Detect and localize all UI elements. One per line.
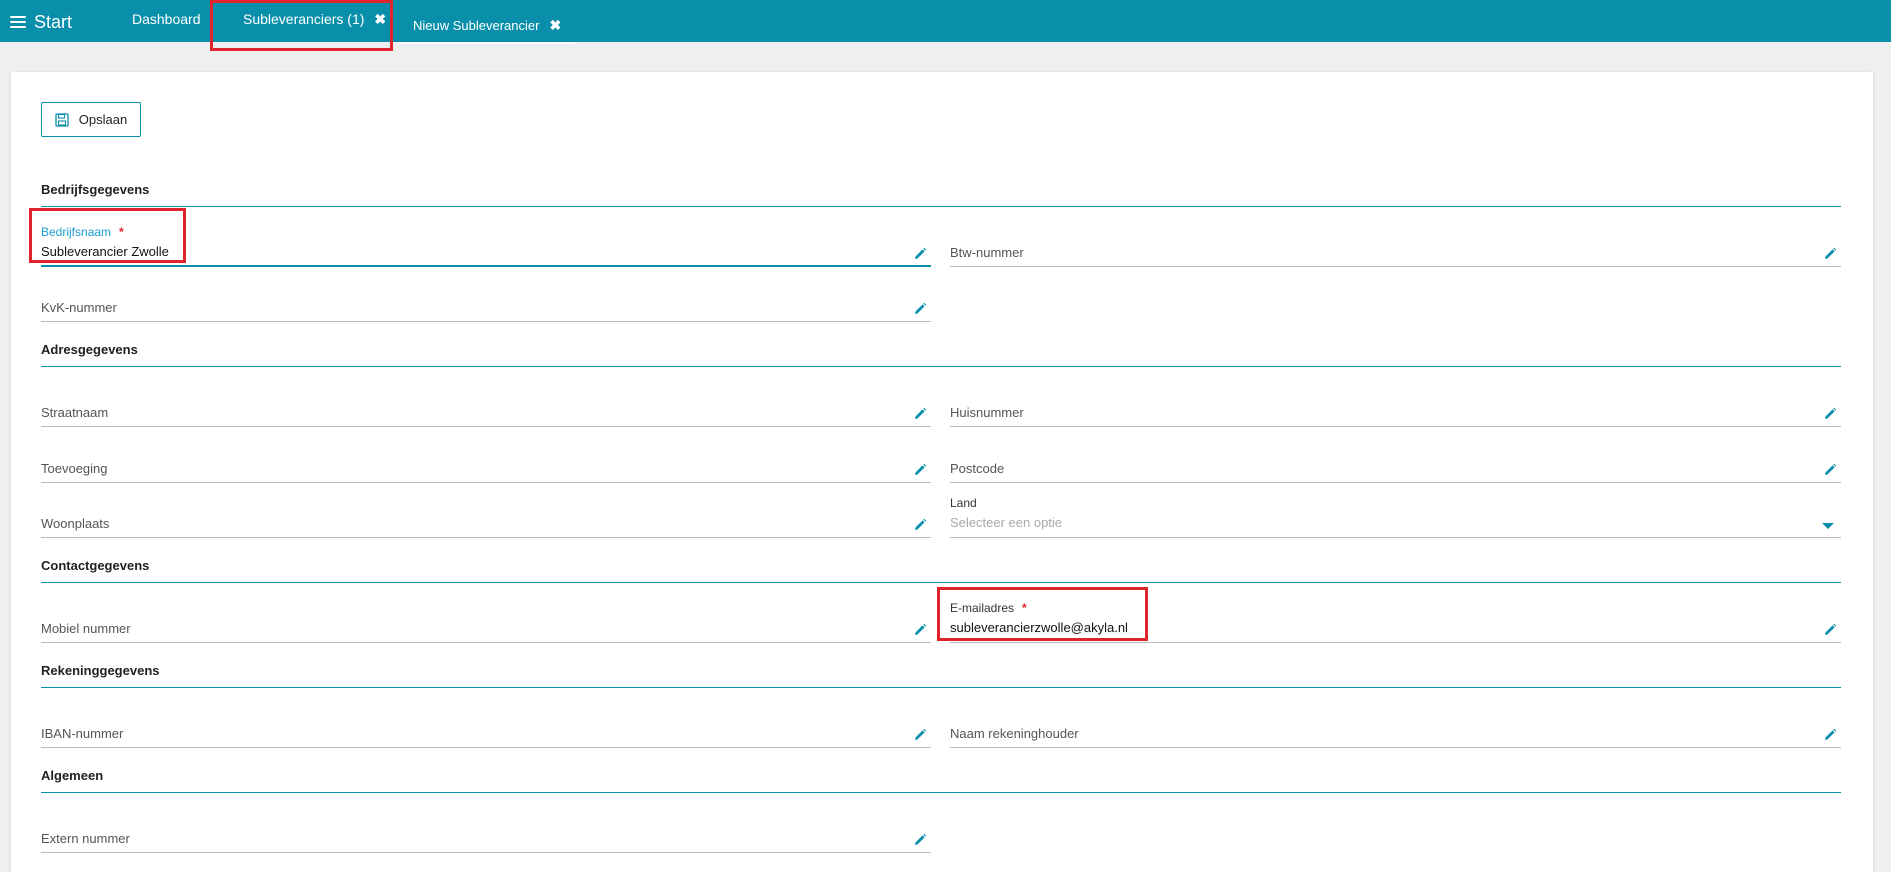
land-placeholder: Selecteer een optie xyxy=(950,515,1063,530)
kvk-nummer-field[interactable]: KvK-nummer xyxy=(41,272,931,322)
hamburger-icon xyxy=(10,15,26,29)
bedrijfsnaam-label: Bedrijfsnaam * xyxy=(41,225,124,239)
extern-nummer-field[interactable]: Extern nummer xyxy=(41,803,931,853)
kvk-nummer-label: KvK-nummer xyxy=(41,300,117,315)
rekeninghouder-label: Naam rekeninghouder xyxy=(950,726,1079,741)
toevoeging-field[interactable]: Toevoeging xyxy=(41,433,931,483)
tab-subleveranciers[interactable]: Subleveranciers (1) ✖ xyxy=(243,0,386,40)
pencil-icon[interactable] xyxy=(913,518,927,532)
straatnaam-field[interactable]: Straatnaam xyxy=(41,377,931,427)
pencil-icon[interactable] xyxy=(1823,247,1837,261)
top-navigation-bar: Start Dashboard Subleveranciers (1) ✖ Ni… xyxy=(0,0,1891,44)
tab-dashboard-label: Dashboard xyxy=(132,11,201,27)
email-value: subleverancierzwolle@akyla.nl xyxy=(950,620,1128,635)
pencil-icon[interactable] xyxy=(1823,407,1837,421)
mobiel-nummer-field[interactable]: Mobiel nummer xyxy=(41,593,931,643)
save-button-label: Opslaan xyxy=(78,112,128,127)
pencil-icon[interactable] xyxy=(913,463,927,477)
pencil-icon[interactable] xyxy=(913,302,927,316)
pencil-icon[interactable] xyxy=(913,833,927,847)
tab-nieuw-subleverancier[interactable]: Nieuw Subleverancier ✖ xyxy=(398,4,576,46)
btw-nummer-field[interactable]: Btw-nummer xyxy=(950,217,1841,267)
pencil-icon[interactable] xyxy=(913,247,927,261)
land-select[interactable]: Land Selecteer een optie xyxy=(950,488,1841,538)
bedrijfsnaam-value: Subleverancier Zwolle xyxy=(41,244,169,259)
land-label: Land xyxy=(950,496,977,510)
postcode-field[interactable]: Postcode xyxy=(950,433,1841,483)
btw-nummer-label: Btw-nummer xyxy=(950,245,1024,260)
extern-nummer-label: Extern nummer xyxy=(41,831,130,846)
email-label: E-mailadres * xyxy=(950,601,1027,615)
section-heading-adresgegevens: Adresgegevens xyxy=(41,342,1841,367)
huisnummer-field[interactable]: Huisnummer xyxy=(950,377,1841,427)
form-card: Opslaan Bedrijfsgegevens Bedrijfsnaam * S… xyxy=(11,72,1873,872)
rekeninghouder-field[interactable]: Naam rekeninghouder xyxy=(950,698,1841,748)
close-icon[interactable]: ✖ xyxy=(374,11,386,28)
save-button[interactable]: Opslaan xyxy=(41,102,141,137)
iban-label: IBAN-nummer xyxy=(41,726,124,741)
straatnaam-label: Straatnaam xyxy=(41,405,109,420)
required-marker: * xyxy=(1022,601,1027,615)
toevoeging-label: Toevoeging xyxy=(41,461,108,476)
iban-field[interactable]: IBAN-nummer xyxy=(41,698,931,748)
chevron-down-icon[interactable] xyxy=(1822,523,1834,529)
tab-subleveranciers-label: Subleveranciers (1) xyxy=(243,11,365,27)
section-heading-rekeninggegevens: Rekeninggegevens xyxy=(41,663,1841,688)
close-icon[interactable]: ✖ xyxy=(549,17,561,34)
tab-nieuw-subleverancier-label: Nieuw Subleverancier xyxy=(413,17,540,33)
bedrijfsnaam-field[interactable]: Bedrijfsnaam * Subleverancier Zwolle xyxy=(41,217,931,267)
required-marker: * xyxy=(119,225,124,239)
floppy-disk-icon xyxy=(55,112,69,127)
tab-dashboard[interactable]: Dashboard xyxy=(132,0,201,40)
email-field[interactable]: E-mailadres * subleverancierzwolle@akyla.… xyxy=(950,593,1841,643)
woonplaats-label: Woonplaats xyxy=(41,516,110,531)
pencil-icon[interactable] xyxy=(913,728,927,742)
pencil-icon[interactable] xyxy=(1823,728,1837,742)
pencil-icon[interactable] xyxy=(1823,463,1837,477)
pencil-icon[interactable] xyxy=(913,407,927,421)
pencil-icon[interactable] xyxy=(913,623,927,637)
postcode-label: Postcode xyxy=(950,461,1005,476)
start-menu-label: Start xyxy=(34,11,73,32)
section-heading-bedrijfsgegevens: Bedrijfsgegevens xyxy=(41,182,1841,207)
start-menu-button[interactable]: Start xyxy=(10,10,72,34)
huisnummer-label: Huisnummer xyxy=(950,405,1024,420)
mobiel-nummer-label: Mobiel nummer xyxy=(41,621,131,636)
section-heading-contactgegevens: Contactgegevens xyxy=(41,558,1841,583)
pencil-icon[interactable] xyxy=(1823,623,1837,637)
woonplaats-field[interactable]: Woonplaats xyxy=(41,488,931,538)
section-heading-algemeen: Algemeen xyxy=(41,768,1841,793)
